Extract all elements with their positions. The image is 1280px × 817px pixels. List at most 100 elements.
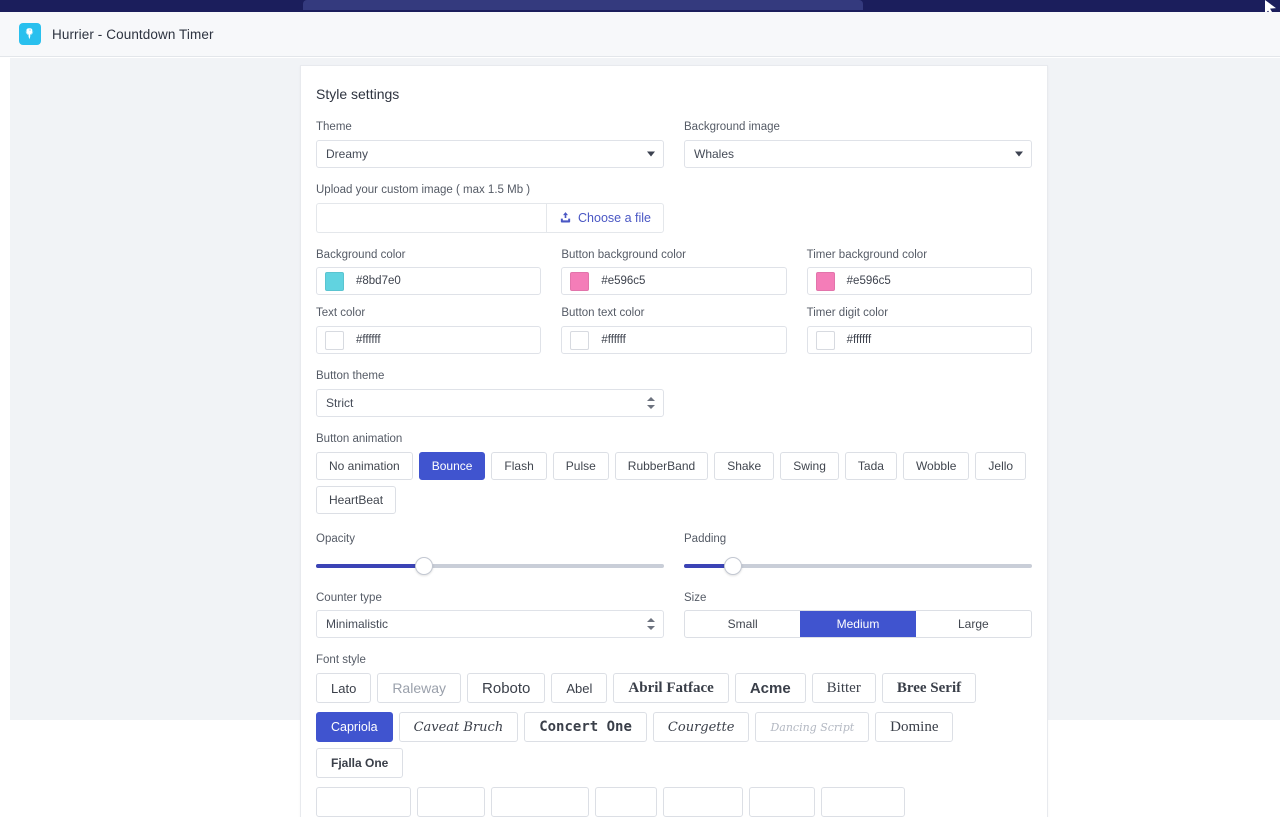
font-option-raleway[interactable]: Raleway: [377, 673, 461, 703]
theme-row: Theme Dreamy Background image Whales: [316, 121, 1032, 168]
background-image-select[interactable]: Whales: [684, 140, 1032, 168]
chevron-down-icon: [647, 151, 655, 156]
theme-select-value: Dreamy: [326, 147, 368, 161]
slider-fill: [316, 564, 424, 568]
text-color-input[interactable]: #ffffff: [316, 326, 541, 354]
timer-digit-color-value: #ffffff: [847, 334, 872, 346]
font-option-abril-fatface[interactable]: Abril Fatface: [613, 673, 728, 703]
font-style-row-3: [316, 787, 1032, 817]
font-option-acme[interactable]: Acme: [735, 673, 806, 703]
font-option-concert-one[interactable]: Concert One: [524, 712, 647, 742]
choose-a-file-label: Choose a file: [578, 211, 651, 225]
font-option-lato[interactable]: Lato: [316, 673, 371, 703]
font-option-abel[interactable]: Abel: [551, 673, 607, 703]
button-background-color-field: Button background color #e596c5: [561, 249, 786, 296]
animation-option-flash[interactable]: Flash: [491, 452, 546, 480]
font-style-row-2: Capriola Caveat Bruch Concert One Courge…: [316, 712, 1032, 778]
font-option-fjalla-one[interactable]: Fjalla One: [316, 748, 403, 778]
color-swatch[interactable]: [816, 272, 835, 291]
button-text-color-field: Button text color #ffffff: [561, 307, 786, 354]
color-swatch[interactable]: [570, 331, 589, 350]
animation-option-swing[interactable]: Swing: [780, 452, 839, 480]
font-option-bree-serif[interactable]: Bree Serif: [882, 673, 976, 703]
background-color-input[interactable]: #8bd7e0: [316, 267, 541, 295]
background-color-label: Background color: [316, 249, 541, 263]
font-option-domine[interactable]: Domine: [875, 712, 953, 742]
app-header: Hurrier - Countdown Timer: [0, 12, 1280, 57]
background-color-value: #8bd7e0: [356, 275, 401, 287]
font-style-label: Font style: [316, 654, 1032, 668]
size-option-large[interactable]: Large: [916, 611, 1031, 637]
animation-option-shake[interactable]: Shake: [714, 452, 774, 480]
timer-digit-color-input[interactable]: #ffffff: [807, 326, 1032, 354]
font-option-hidden-3[interactable]: [491, 787, 589, 817]
padding-field: Padding: [684, 533, 1032, 576]
font-option-roboto[interactable]: Roboto: [467, 673, 545, 703]
browser-tab-strip[interactable]: [303, 0, 863, 10]
color-swatch[interactable]: [325, 272, 344, 291]
color-swatch[interactable]: [325, 331, 344, 350]
upload-filename-input[interactable]: [316, 203, 546, 233]
animation-option-heartbeat[interactable]: HeartBeat: [316, 486, 396, 514]
animation-option-jello[interactable]: Jello: [975, 452, 1026, 480]
font-option-hidden-4[interactable]: [595, 787, 657, 817]
font-option-hidden-1[interactable]: [316, 787, 411, 817]
opacity-field: Opacity: [316, 533, 664, 576]
padding-slider[interactable]: [684, 556, 1032, 576]
timer-background-color-input[interactable]: #e596c5: [807, 267, 1032, 295]
font-option-courgette[interactable]: Courgette: [653, 712, 750, 742]
counter-type-label: Counter type: [316, 592, 664, 606]
size-option-small[interactable]: Small: [685, 611, 800, 637]
font-style-row-1: Lato Raleway Roboto Abel Abril Fatface A…: [316, 673, 1032, 703]
size-option-medium[interactable]: Medium: [800, 611, 915, 637]
text-color-label: Text color: [316, 307, 541, 321]
chevron-down-icon: [1015, 151, 1023, 156]
font-option-capriola[interactable]: Capriola: [316, 712, 393, 742]
size-label: Size: [684, 592, 1032, 606]
color-swatch[interactable]: [816, 331, 835, 350]
background-color-field: Background color #8bd7e0: [316, 249, 541, 296]
updown-arrows-icon: [647, 618, 655, 630]
counter-type-select[interactable]: Minimalistic: [316, 610, 664, 638]
hurrier-bird-icon: [19, 23, 41, 45]
button-text-color-input[interactable]: #ffffff: [561, 326, 786, 354]
font-option-caveat-bruch[interactable]: Caveat Bruch: [399, 712, 519, 742]
font-option-hidden-2[interactable]: [417, 787, 485, 817]
choose-a-file-button[interactable]: Choose a file: [546, 203, 664, 233]
color-swatch[interactable]: [570, 272, 589, 291]
animation-option-tada[interactable]: Tada: [845, 452, 897, 480]
font-option-hidden-6[interactable]: [749, 787, 815, 817]
opacity-label: Opacity: [316, 533, 664, 547]
font-option-hidden-7[interactable]: [821, 787, 905, 817]
animation-option-pulse[interactable]: Pulse: [553, 452, 609, 480]
button-animation-options: No animation Bounce Flash Pulse RubberBa…: [316, 452, 1032, 514]
color-row-1: Background color #8bd7e0 Button backgrou…: [316, 249, 1032, 296]
button-text-color-label: Button text color: [561, 307, 786, 321]
button-background-color-input[interactable]: #e596c5: [561, 267, 786, 295]
opacity-slider[interactable]: [316, 556, 664, 576]
slider-thumb[interactable]: [724, 557, 742, 575]
style-settings-card: Style settings Theme Dreamy Background i…: [300, 65, 1048, 817]
font-option-bitter[interactable]: Bitter: [812, 673, 876, 703]
upload-control: Choose a file: [316, 203, 664, 233]
updown-arrows-icon: [647, 397, 655, 409]
font-option-hidden-5[interactable]: [663, 787, 743, 817]
color-row-2: Text color #ffffff Button text color #ff…: [316, 307, 1032, 354]
page-title: Style settings: [316, 86, 1032, 102]
background-image-label: Background image: [684, 121, 1032, 135]
size-field: Size Small Medium Large: [684, 592, 1032, 639]
button-text-color-value: #ffffff: [601, 334, 626, 346]
theme-select[interactable]: Dreamy: [316, 140, 664, 168]
size-segmented-control: Small Medium Large: [684, 610, 1032, 638]
button-theme-select[interactable]: Strict: [316, 389, 664, 417]
slider-thumb[interactable]: [415, 557, 433, 575]
font-option-dancing-script[interactable]: Dancing Script: [755, 712, 869, 742]
animation-option-bounce[interactable]: Bounce: [419, 452, 486, 480]
animation-option-wobble[interactable]: Wobble: [903, 452, 969, 480]
timer-digit-color-label: Timer digit color: [807, 307, 1032, 321]
button-animation-label: Button animation: [316, 433, 1032, 447]
animation-option-rubberband[interactable]: RubberBand: [615, 452, 708, 480]
animation-option-no-animation[interactable]: No animation: [316, 452, 413, 480]
padding-label: Padding: [684, 533, 1032, 547]
timer-background-color-label: Timer background color: [807, 249, 1032, 263]
